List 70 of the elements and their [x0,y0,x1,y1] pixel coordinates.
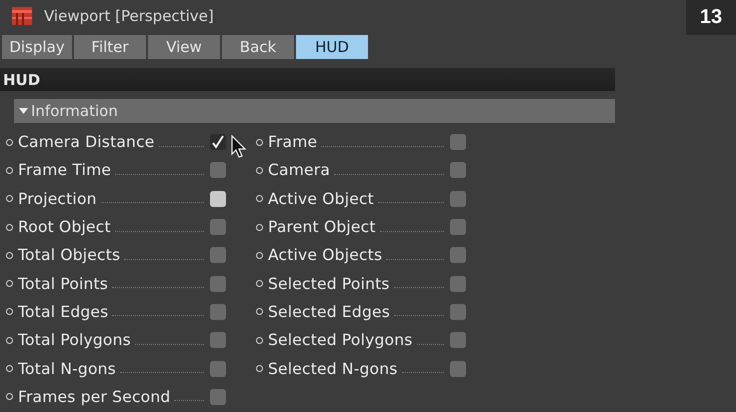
option-label: Selected N-gons [268,360,398,378]
option-label: Projection [18,190,97,208]
checkbox[interactable] [210,162,226,178]
option-label: Parent Object [268,218,376,236]
checkbox[interactable] [450,162,466,178]
option-label: Frames per Second [18,388,170,406]
checkbox[interactable] [210,190,226,207]
bullet-icon [6,195,13,202]
bullet-icon [6,393,13,400]
film-strip-icon [12,7,32,25]
tab[interactable]: Back [222,35,294,59]
bullet-icon [256,365,263,372]
option-label: Frame [268,133,318,152]
option-label: Total N-gons [18,360,116,378]
section-title: HUD [2,70,40,88]
option-label: Root Object [18,218,111,236]
option-label: Active Objects [268,246,382,264]
bullet-icon [6,224,13,231]
bullet-icon [256,308,263,316]
option-label: Active Object [268,190,374,208]
checkbox[interactable] [450,134,466,150]
bullet-icon [6,336,13,344]
bullet-icon [6,252,13,259]
bullet-icon [256,166,263,174]
checkbox[interactable] [450,360,466,377]
bullet-icon [6,365,13,372]
checkbox[interactable] [450,304,466,320]
option-label: Frame Time [18,161,112,180]
checkbox[interactable] [210,388,226,405]
checkbox[interactable] [450,190,466,207]
tab[interactable]: Display [2,35,72,59]
checkbox[interactable] [450,332,466,348]
bullet-icon [256,280,263,288]
bullet-icon [6,308,13,316]
tab[interactable]: HUD [296,35,368,59]
bullet-icon [6,166,13,174]
checkbox[interactable] [450,247,466,264]
checkbox[interactable] [210,247,226,264]
bullet-icon [256,252,263,259]
tab[interactable]: Filter [74,35,146,59]
checkbox[interactable] [210,304,226,320]
window-title: Viewport [Perspective] [44,7,214,25]
triangle-down-icon [19,108,28,114]
option-label: Camera [268,161,330,180]
checkbox[interactable] [210,332,226,348]
group-header[interactable]: Information [14,99,615,123]
option-label: Total Edges [18,302,108,321]
cursor-icon [231,135,247,159]
bullet-icon [6,138,13,146]
checkbox[interactable] [210,219,226,236]
option-label: Selected Edges [268,302,390,321]
option-label: Camera Distance [18,133,155,152]
checkbox[interactable] [210,134,226,150]
checkbox[interactable] [210,360,226,377]
option-label: Selected Points [268,274,390,293]
checkbox[interactable] [450,276,466,292]
option-label: Total Objects [18,246,120,264]
bullet-icon [6,280,13,288]
option-label: Selected Polygons [268,331,412,350]
bullet-icon [256,336,263,344]
checkbox[interactable] [210,276,226,292]
bullet-icon [256,224,263,231]
page-number: 13 [686,0,736,35]
bullet-icon [256,195,263,202]
check-icon [211,135,225,150]
option-label: Total Polygons [18,331,131,350]
option-label: Total Points [18,274,108,293]
tab[interactable]: View [148,35,220,59]
checkbox[interactable] [450,219,466,236]
bullet-icon [256,138,263,146]
